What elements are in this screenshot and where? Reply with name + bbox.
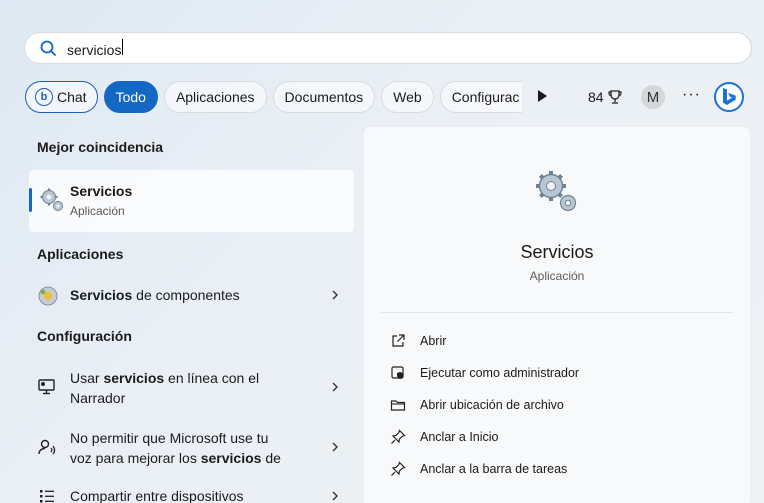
text-caret bbox=[122, 38, 124, 55]
bing-button[interactable] bbox=[714, 82, 744, 112]
bing-chat-icon: b bbox=[35, 88, 53, 106]
search-icon bbox=[40, 40, 56, 56]
detail-panel: Servicios Aplicación Abrir Ejecutar como… bbox=[364, 127, 750, 503]
action-open-file-location[interactable]: Abrir ubicación de archivo bbox=[390, 397, 564, 413]
search-box[interactable]: servicios bbox=[24, 32, 752, 64]
services-gear-icon bbox=[39, 187, 65, 218]
filter-label: Configurac bbox=[451, 89, 520, 105]
chevron-right-icon[interactable] bbox=[330, 285, 342, 310]
shield-icon bbox=[391, 366, 404, 379]
points-value: 84 bbox=[588, 89, 604, 105]
action-pin-start[interactable]: Anclar a Inicio bbox=[390, 429, 499, 445]
text-post: de bbox=[261, 450, 281, 466]
app-item-rest: de componentes bbox=[132, 287, 240, 303]
narrator-monitor-icon bbox=[37, 377, 57, 402]
best-match-name: Servicios bbox=[70, 183, 133, 199]
component-services-icon bbox=[37, 285, 59, 312]
services-gear-icon bbox=[534, 169, 580, 220]
settings-heading: Configuración bbox=[37, 328, 132, 344]
action-label: Ejecutar como administrador bbox=[420, 366, 580, 380]
best-match-type: Aplicación bbox=[70, 204, 125, 218]
search-input[interactable]: servicios bbox=[67, 38, 707, 58]
text-pre: Compartir entre dispositivos bbox=[70, 488, 244, 503]
action-label: Abrir ubicación de archivo bbox=[420, 398, 564, 412]
chevron-right-icon[interactable] bbox=[330, 486, 342, 503]
settings-item-text: No permitir que Microsoft use tu voz par… bbox=[70, 428, 290, 468]
rewards-points[interactable]: 84 bbox=[588, 89, 623, 105]
action-label: Anclar a Inicio bbox=[420, 430, 499, 444]
app-item-bold: Servicios bbox=[70, 287, 133, 303]
chevron-right-icon[interactable] bbox=[330, 437, 342, 462]
settings-item-text: Compartir entre dispositivos bbox=[70, 486, 290, 503]
avatar-initial: M bbox=[646, 88, 660, 106]
app-item-text: Servicios de componentes bbox=[70, 285, 290, 305]
trophy-icon bbox=[607, 90, 622, 104]
selection-indicator bbox=[29, 188, 32, 212]
settings-item-text: Usar servicios en línea con el Narrador bbox=[70, 368, 290, 408]
filter-label: Todo bbox=[115, 89, 146, 105]
voice-speech-icon bbox=[37, 437, 57, 462]
apps-heading: Aplicaciones bbox=[37, 246, 124, 262]
text-bold: servicios bbox=[103, 370, 165, 386]
text-pre: Usar bbox=[70, 370, 104, 386]
more-options-icon[interactable]: ··· bbox=[682, 86, 701, 104]
folder-icon bbox=[390, 400, 406, 411]
filter-all[interactable]: Todo bbox=[103, 81, 158, 113]
pin-icon bbox=[391, 461, 406, 476]
settings-item-narrator[interactable]: Usar servicios en línea con el Narrador bbox=[37, 368, 353, 408]
action-label: Anclar a la barra de tareas bbox=[420, 462, 568, 476]
filter-label: Aplicaciones bbox=[175, 89, 255, 105]
action-open[interactable]: Abrir bbox=[390, 333, 446, 349]
detail-subtitle: Aplicación bbox=[529, 269, 585, 283]
filter-web[interactable]: Web bbox=[381, 81, 434, 113]
bing-icon bbox=[723, 88, 736, 105]
filter-apps[interactable]: Aplicaciones bbox=[163, 81, 267, 113]
settings-item-voice[interactable]: No permitir que Microsoft use tu voz par… bbox=[37, 428, 353, 468]
divider bbox=[381, 312, 733, 313]
filter-label: Web bbox=[393, 89, 422, 105]
best-match-item[interactable]: Servicios Aplicación bbox=[29, 170, 354, 232]
open-icon bbox=[392, 334, 405, 347]
action-label: Abrir bbox=[420, 334, 447, 348]
filter-label: Chat bbox=[57, 89, 87, 105]
action-run-as-admin[interactable]: Ejecutar como administrador bbox=[390, 365, 579, 381]
best-match-heading: Mejor coincidencia bbox=[37, 139, 164, 155]
text-bold: servicios bbox=[200, 450, 262, 466]
detail-title: Servicios bbox=[520, 242, 594, 262]
scroll-right-icon[interactable] bbox=[538, 90, 547, 102]
chevron-right-icon[interactable] bbox=[330, 377, 342, 402]
avatar[interactable]: M bbox=[641, 85, 665, 109]
action-pin-taskbar[interactable]: Anclar a la barra de tareas bbox=[390, 461, 567, 477]
share-list-icon bbox=[37, 486, 57, 503]
filter-documents[interactable]: Documentos bbox=[272, 81, 376, 113]
filter-chat[interactable]: b Chat bbox=[25, 81, 98, 113]
pin-icon bbox=[391, 429, 406, 444]
filter-label: Documentos bbox=[284, 89, 364, 105]
filter-bar: b Chat Todo Aplicaciones Documentos Web … bbox=[25, 81, 528, 113]
filter-settings[interactable]: Configurac bbox=[439, 81, 522, 113]
